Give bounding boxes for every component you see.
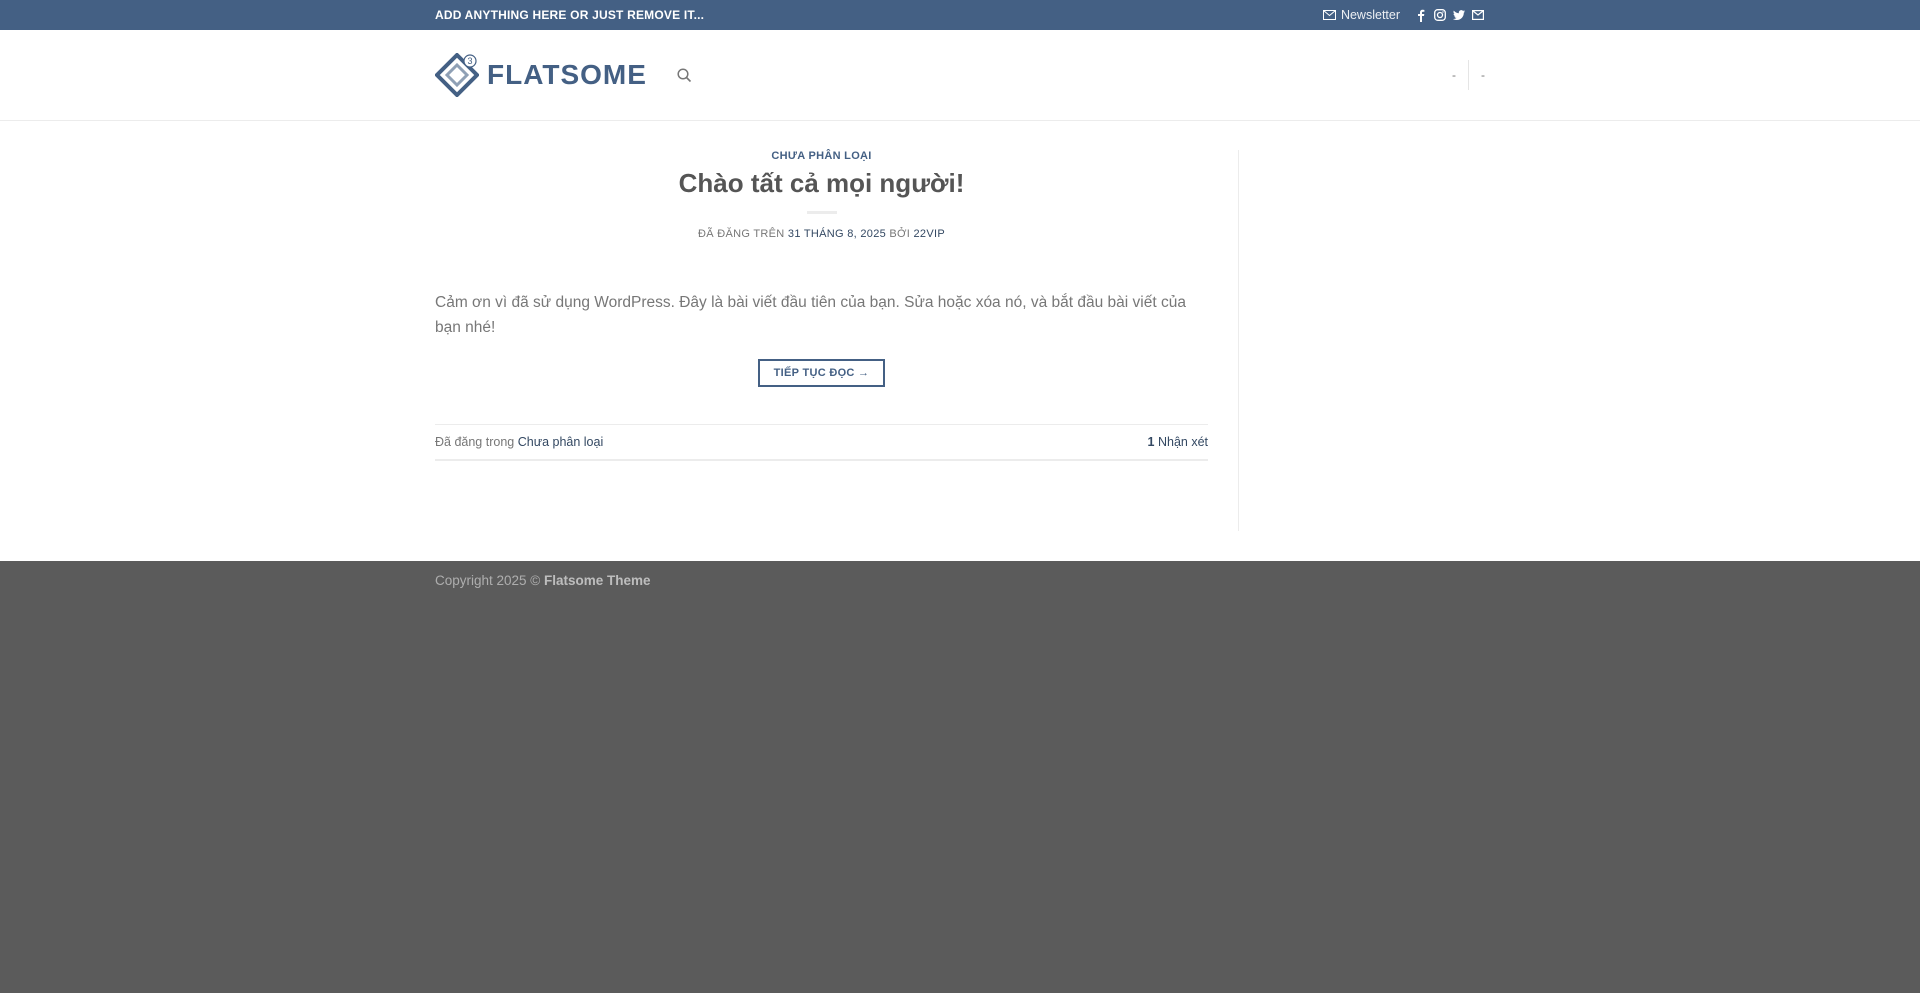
copyright-label: Copyright 2025 © (435, 573, 541, 588)
post-excerpt: Cảm ơn vì đã sử dụng WordPress. Đây là b… (435, 294, 1186, 336)
header-link-2[interactable]: - (1469, 68, 1485, 82)
top-bar-message: ADD ANYTHING HERE OR JUST REMOVE IT... (435, 8, 705, 22)
copyright-text: Copyright 2025 © Flatsome Theme (435, 561, 1485, 588)
search-icon (677, 67, 691, 82)
site-footer: Copyright 2025 © Flatsome Theme (0, 561, 1920, 993)
header-link-1[interactable]: - (1440, 68, 1468, 82)
post-article: CHƯA PHÂN LOẠI Chào tất cả mọi người! ĐÃ… (435, 150, 1208, 461)
newsletter-link[interactable]: Newsletter (1322, 8, 1400, 22)
post-category-link[interactable]: CHƯA PHÂN LOẠI (435, 150, 1208, 162)
meta-prefix: ĐÃ ĐĂNG TRÊN (698, 228, 785, 240)
meta-by: BỞI (889, 228, 911, 240)
twitter-icon[interactable] (1452, 8, 1466, 22)
logo-text: FLATSOME (487, 59, 647, 90)
title-divider (806, 211, 837, 214)
logo-badge: 3 (467, 56, 472, 66)
site-header: 3 FLATSOME - - (0, 30, 1920, 121)
facebook-icon[interactable] (1414, 8, 1428, 22)
post-date-link[interactable]: 31 THÁNG 8, 2025 (788, 228, 886, 240)
post-author-link[interactable]: 22VIP (914, 228, 945, 240)
post-meta: ĐÃ ĐĂNG TRÊN 31 THÁNG 8, 2025 BỞI 22VIP (435, 228, 1208, 240)
search-button[interactable] (677, 67, 692, 83)
site-logo[interactable]: 3 FLATSOME (435, 53, 647, 97)
main-content: CHƯA PHÂN LOẠI Chào tất cả mọi người! ĐÃ… (435, 150, 1239, 531)
comment-count: 1 (1147, 435, 1155, 449)
instagram-icon[interactable] (1433, 8, 1447, 22)
theme-name: Flatsome Theme (544, 573, 651, 588)
post-title[interactable]: Chào tất cả mọi người! (435, 168, 1208, 199)
comment-label: Nhận xét (1157, 435, 1208, 449)
posted-in-category-link[interactable]: Chưa phân loại (518, 435, 604, 449)
posted-in-label: Đã đăng trong (435, 435, 515, 449)
envelope-icon (1322, 10, 1336, 20)
comments-link[interactable]: 1 Nhận xét (1148, 435, 1208, 449)
flatsome-logo-icon: 3 (435, 53, 479, 97)
post-footer-meta: Đã đăng trong Chưa phân loại 1 Nhận xét (435, 424, 1208, 461)
top-bar: ADD ANYTHING HERE OR JUST REMOVE IT... N… (0, 0, 1920, 30)
email-icon[interactable] (1471, 8, 1485, 22)
newsletter-label: Newsletter (1340, 8, 1400, 22)
read-more-button[interactable]: TIẾP TỤC ĐỌC → (757, 359, 886, 387)
